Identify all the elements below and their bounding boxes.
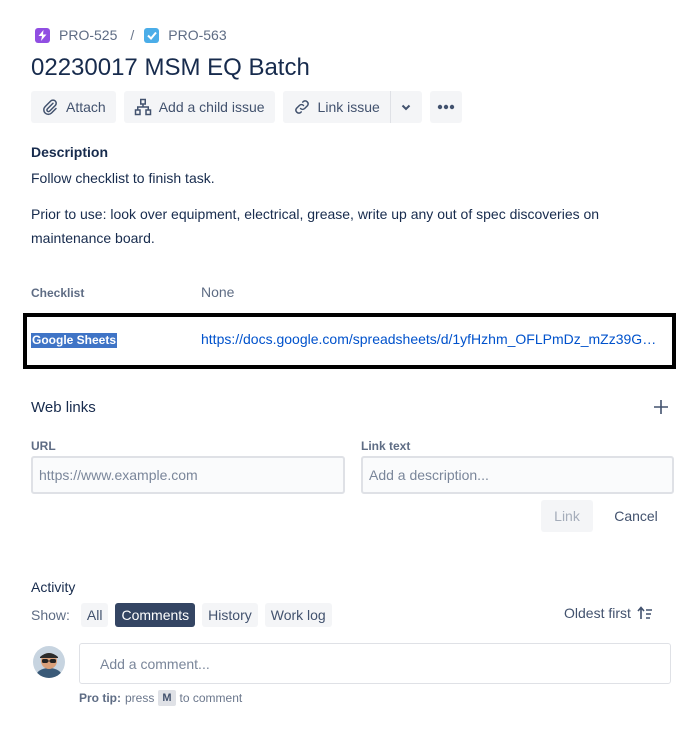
avatar[interactable] bbox=[33, 646, 65, 678]
breadcrumb-parent-key[interactable]: PRO-525 bbox=[59, 27, 117, 43]
pro-tip-prefix: Pro tip: bbox=[79, 691, 121, 705]
more-icon bbox=[437, 104, 455, 110]
filter-history[interactable]: History bbox=[202, 603, 258, 627]
description-line-1[interactable]: Follow checklist to finish task. bbox=[31, 166, 631, 190]
sort-order-button[interactable]: Oldest first bbox=[564, 605, 653, 621]
hierarchy-icon bbox=[134, 98, 151, 116]
task-check-icon bbox=[144, 27, 160, 43]
checklist-label: Checklist bbox=[31, 286, 85, 300]
url-input[interactable]: https://www.example.com bbox=[31, 456, 345, 494]
google-sheets-link[interactable]: https://docs.google.com/spreadsheets/d/1… bbox=[201, 331, 663, 347]
filter-work-log[interactable]: Work log bbox=[264, 603, 332, 627]
add-child-label: Add a child issue bbox=[158, 99, 265, 115]
comment-input[interactable]: Add a comment... bbox=[79, 643, 671, 684]
breadcrumb-current[interactable]: PRO-563 bbox=[144, 27, 227, 43]
description-line-2[interactable]: Prior to use: look over equipment, elect… bbox=[31, 202, 621, 250]
show-label: Show: bbox=[31, 607, 70, 623]
link-text-input[interactable]: Add a description... bbox=[361, 456, 674, 494]
breadcrumb-parent[interactable]: PRO-525 bbox=[35, 27, 117, 43]
add-web-link-icon[interactable] bbox=[653, 399, 669, 415]
description-heading: Description bbox=[31, 144, 109, 160]
activity-filter-row: Show: All Comments History Work log bbox=[31, 603, 332, 627]
issue-title-text[interactable]: 02230017 MSM EQ Batch bbox=[31, 50, 671, 84]
pro-tip-press: press bbox=[125, 691, 155, 705]
cancel-button[interactable]: Cancel bbox=[603, 500, 669, 532]
breadcrumb: PRO-525 / PRO-563 bbox=[35, 26, 227, 44]
attach-label: Attach bbox=[66, 99, 106, 115]
link-button[interactable]: Link bbox=[541, 500, 593, 532]
web-links-heading: Web links bbox=[31, 399, 96, 416]
link-issue-button[interactable]: Link issue bbox=[282, 91, 390, 123]
link-issue-label: Link issue bbox=[317, 99, 380, 115]
add-child-issue-button[interactable]: Add a child issue bbox=[123, 91, 275, 123]
filter-all[interactable]: All bbox=[80, 603, 109, 627]
epic-lightning-icon bbox=[35, 27, 50, 43]
checklist-value[interactable]: None bbox=[201, 284, 234, 300]
google-sheets-label: Google Sheets bbox=[31, 333, 118, 348]
link-issue-split: Link issue bbox=[282, 91, 422, 123]
issue-toolbar: Attach Add a child issue Link issue bbox=[31, 91, 462, 123]
link-issue-dropdown[interactable] bbox=[389, 91, 422, 123]
breadcrumb-current-key[interactable]: PRO-563 bbox=[168, 27, 226, 43]
breadcrumb-separator: / bbox=[130, 27, 135, 43]
pro-tip-suffix: to comment bbox=[179, 691, 243, 705]
link-text-label: Link text bbox=[361, 439, 411, 453]
paperclip-icon bbox=[43, 99, 57, 116]
filter-comments[interactable]: Comments bbox=[115, 603, 196, 627]
attach-button[interactable]: Attach bbox=[31, 91, 116, 123]
chevron-down-icon bbox=[402, 104, 411, 111]
activity-heading: Activity bbox=[31, 579, 76, 595]
more-actions-button[interactable] bbox=[429, 91, 462, 123]
sort-ascending-icon bbox=[637, 606, 652, 619]
pro-tip-key: M bbox=[158, 690, 176, 706]
url-label: URL bbox=[31, 439, 56, 453]
sort-order-label: Oldest first bbox=[564, 605, 631, 621]
pro-tip: Pro tip: press M to comment bbox=[79, 690, 242, 706]
link-icon bbox=[294, 100, 309, 114]
issue-title[interactable]: 02230017 MSM EQ Batch bbox=[31, 48, 671, 84]
